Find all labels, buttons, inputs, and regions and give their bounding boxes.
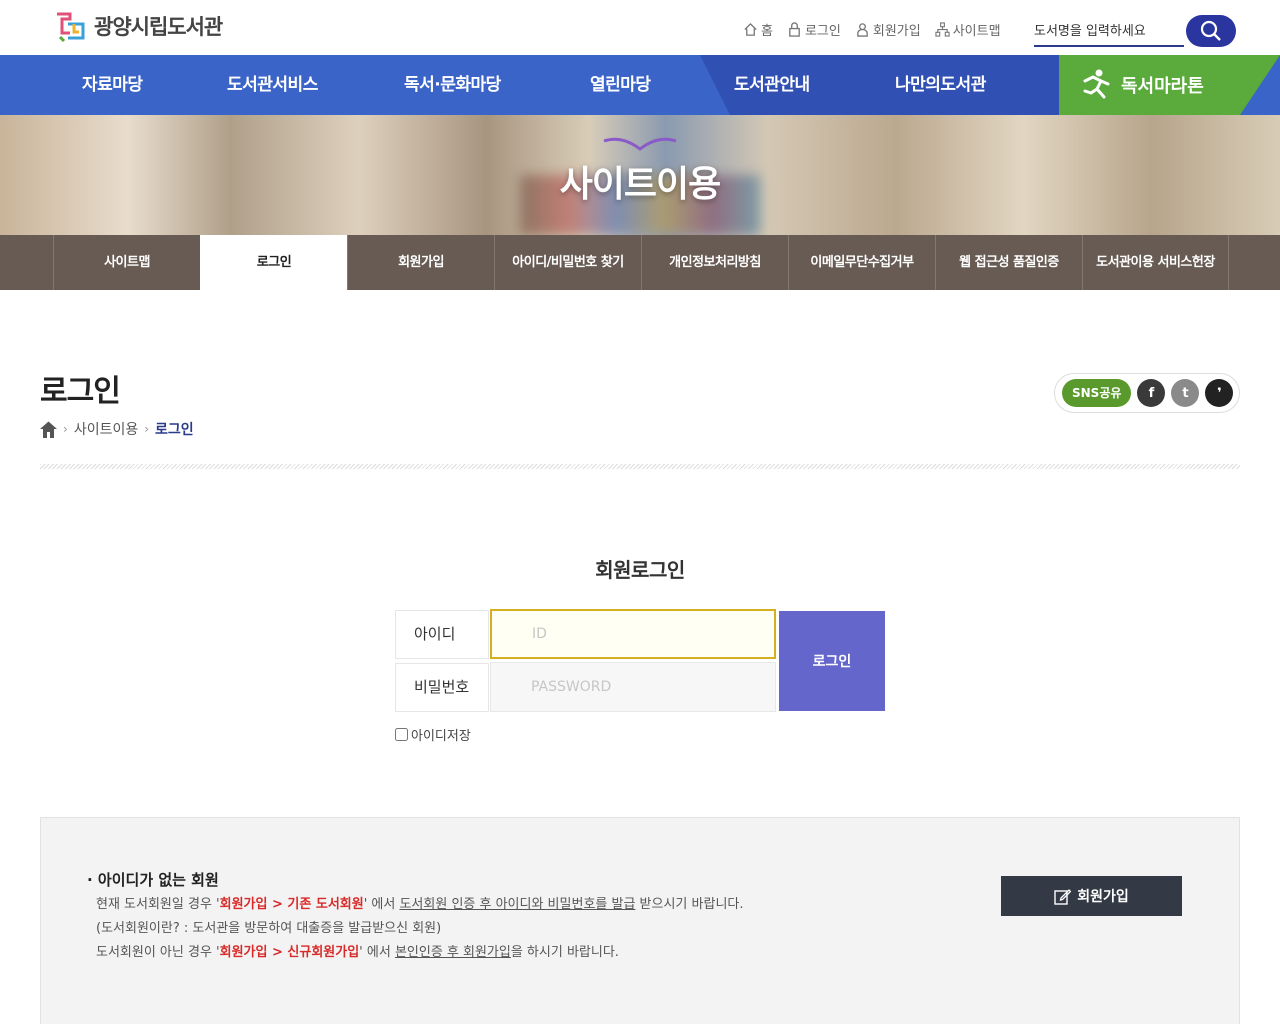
lock-icon — [789, 22, 800, 37]
logo[interactable]: 광양시립도서관 — [54, 10, 223, 42]
util-login-label: 로그인 — [804, 24, 841, 39]
twitter-icon[interactable]: t — [1171, 379, 1200, 407]
subtab-accessibility[interactable]: 웹 접근성 품질인증 — [935, 235, 1082, 290]
search-icon — [1200, 20, 1221, 41]
sitemap-icon — [935, 22, 950, 37]
util-home-label: 홈 — [761, 24, 773, 39]
utility-menu: 홈 로그인 회원가입 사이트맵 — [743, 20, 1001, 39]
user-icon — [857, 23, 868, 37]
breadcrumb-separator-icon: › — [144, 422, 150, 436]
visual-banner: 사이트이용 — [0, 115, 1280, 235]
facebook-icon[interactable]: f — [1137, 379, 1166, 407]
logo-icon — [57, 12, 85, 42]
save-id-option[interactable]: 아이디저장 — [395, 725, 471, 744]
subtab-email-refusal[interactable]: 이메일무단수집거부 — [788, 235, 935, 290]
search-box — [1034, 15, 1236, 47]
search-input[interactable] — [1034, 17, 1184, 47]
gnb-item-guide[interactable]: 도서관안내 — [734, 55, 810, 115]
sub-navigation: 사이트맵 로그인 회원가입 아이디/비밀번호 찾기 개인정보처리방침 이메일무단… — [0, 235, 1280, 290]
join-button-label: 회원가입 — [1077, 889, 1129, 905]
search-button[interactable] — [1186, 15, 1236, 47]
page-title: 로그인 — [40, 374, 121, 409]
runner-icon — [1083, 69, 1110, 99]
subtab-privacy[interactable]: 개인정보처리방침 — [641, 235, 788, 290]
save-id-checkbox[interactable] — [395, 728, 408, 741]
util-login-link[interactable]: 로그인 — [787, 20, 841, 39]
subtab-join[interactable]: 회원가입 — [347, 235, 494, 290]
login-button[interactable]: 로그인 — [779, 611, 885, 711]
gnb-item-mylibrary[interactable]: 나만의도서관 — [895, 55, 986, 115]
info-box: · 아이디가 없는 회원 현재 도서회원일 경우 '회원가입 > 기존 도서회원… — [40, 817, 1240, 1024]
util-join-link[interactable]: 회원가입 — [855, 20, 921, 39]
save-id-label: 아이디저장 — [411, 729, 471, 744]
breadcrumb: › 사이트이용 › 로그인 — [40, 419, 194, 439]
gnb-item-reading-marathon[interactable]: 독서마라톤 — [1059, 55, 1280, 115]
util-sitemap-label: 사이트맵 — [952, 24, 1001, 39]
util-home-link[interactable]: 홈 — [743, 20, 773, 39]
login-title: 회원로그인 — [595, 558, 685, 582]
subtab-login[interactable]: 로그인 — [200, 235, 347, 290]
subtab-service-charter[interactable]: 도서관이용 서비스헌장 — [1082, 235, 1229, 290]
gnb-item-open[interactable]: 열린마당 — [590, 55, 651, 115]
edit-icon — [1054, 888, 1072, 905]
open-book-icon — [603, 137, 677, 151]
join-button[interactable]: 회원가입 — [1001, 876, 1182, 916]
breadcrumb-separator-icon: › — [63, 422, 68, 436]
gnb-item-services[interactable]: 도서관서비스 — [227, 55, 318, 115]
header: 광양시립도서관 홈 로그인 회원가입 사이트맵 — [0, 0, 1280, 55]
gnb-item-culture[interactable]: 독서·문화마당 — [404, 55, 501, 115]
visual-title: 사이트이용 — [559, 164, 722, 205]
info-line-2: (도서회원이란? : 도서관을 방문하여 대출증을 발급받으신 회원) — [96, 921, 442, 936]
util-join-label: 회원가입 — [872, 24, 921, 39]
subtab-sitemap[interactable]: 사이트맵 — [53, 235, 200, 290]
marathon-label: 독서마라톤 — [1121, 76, 1204, 97]
id-label: 아이디 — [395, 610, 489, 659]
subtab-find-account[interactable]: 아이디/비밀번호 찾기 — [494, 235, 641, 290]
home-icon[interactable] — [40, 421, 57, 438]
kakaostory-icon[interactable]: ❜ — [1205, 379, 1234, 407]
breadcrumb-current: 로그인 — [155, 422, 194, 438]
id-input[interactable] — [490, 609, 776, 659]
info-line-3: 도서회원이 아닌 경우 '회원가입 > 신규회원가입' 에서 본인인증 후 회원… — [96, 945, 619, 960]
password-label: 비밀번호 — [395, 663, 489, 712]
util-sitemap-link[interactable]: 사이트맵 — [935, 20, 1001, 39]
divider — [40, 464, 1240, 469]
info-heading: · 아이디가 없는 회원 — [87, 871, 219, 889]
sns-label: SNS공유 — [1062, 379, 1132, 407]
breadcrumb-item[interactable]: 사이트이용 — [74, 419, 138, 439]
gnb-item-resources[interactable]: 자료마당 — [82, 55, 143, 115]
info-line-1: 현재 도서회원일 경우 '회원가입 > 기존 도서회원' 에서 도서회원 인증 … — [96, 897, 744, 912]
password-input[interactable] — [490, 662, 776, 712]
logo-text: 광양시립도서관 — [94, 15, 223, 39]
sns-share: SNS공유 f t ❜ — [1054, 373, 1240, 413]
home-icon — [744, 22, 757, 36]
main-navigation: 자료마당 도서관서비스 독서·문화마당 열린마당 도서관안내 나만의도서관 독서… — [0, 55, 1280, 115]
